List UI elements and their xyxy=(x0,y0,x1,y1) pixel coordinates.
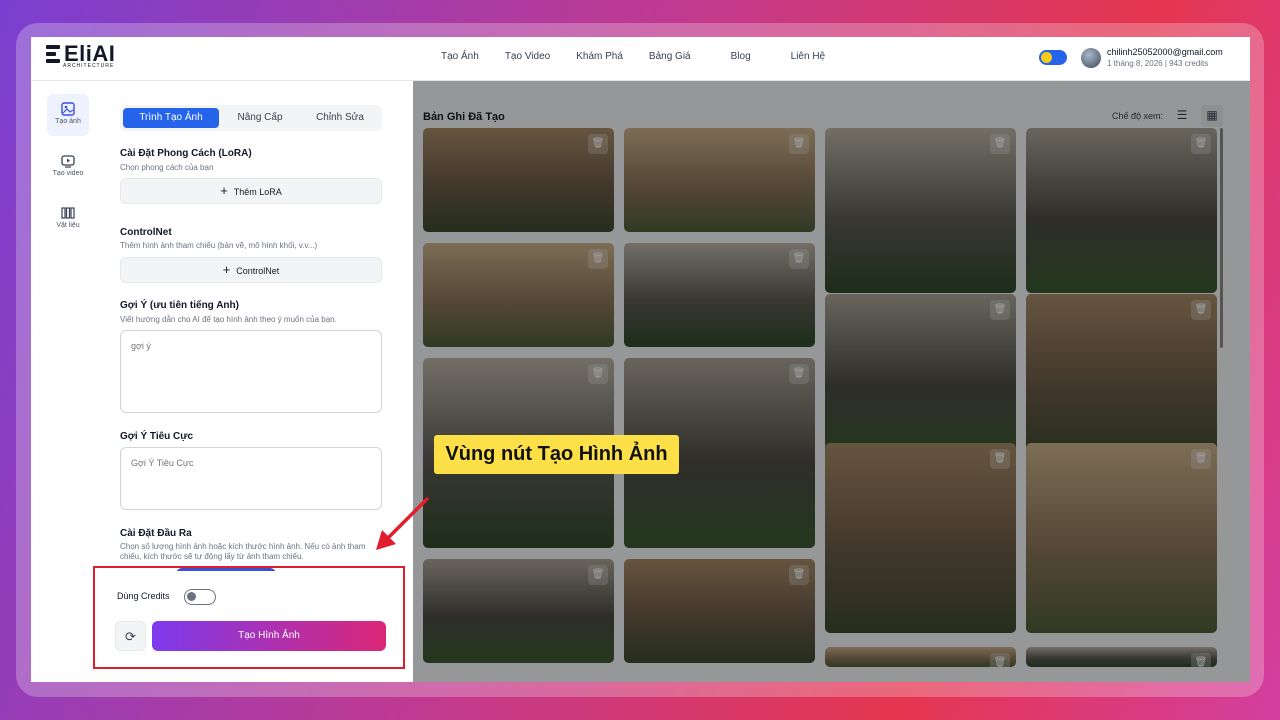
highlight-box xyxy=(93,566,405,669)
gallery-thumbnail[interactable]: 🗑 xyxy=(825,294,1016,459)
trash-icon[interactable]: 🗑 xyxy=(990,449,1010,469)
prompt-help: Viết hướng dẫn cho AI để tạo hình ảnh th… xyxy=(120,315,337,324)
nav-item-blog[interactable]: Blog xyxy=(731,51,751,62)
nav-item-contact[interactable]: Liên Hệ xyxy=(791,51,825,62)
tab-edit[interactable]: Chỉnh Sửa xyxy=(302,108,378,128)
controlnet-help: Thêm hình ảnh tham chiếu (bản vẽ, mô hìn… xyxy=(120,241,318,250)
view-mode-label: Chế độ xem: xyxy=(1112,111,1164,121)
sidebar-item-create-video[interactable]: Tạo video xyxy=(47,146,89,188)
trash-icon[interactable]: 🗑 xyxy=(588,565,608,585)
trash-icon[interactable]: 🗑 xyxy=(588,249,608,269)
gallery-thumbnail[interactable]: 🗑 xyxy=(1026,294,1217,459)
plus-icon: + xyxy=(222,262,231,277)
avatar[interactable] xyxy=(1081,48,1101,68)
lora-help: Chọn phong cách của bạn xyxy=(120,163,214,172)
trash-icon[interactable]: 🗑 xyxy=(789,565,809,585)
trash-icon[interactable]: 🗑 xyxy=(588,364,608,384)
gallery-thumbnail[interactable]: 🗑 xyxy=(423,559,614,663)
gallery-thumbnail[interactable]: 🗑 xyxy=(624,559,815,663)
tool-sidebar: Tạo ảnh Tạo video Vật liệu xyxy=(41,89,93,672)
gallery-thumbnail[interactable]: 🗑 xyxy=(1026,647,1217,667)
mode-tabs: Trình Tạo Ảnh Nâng Cấp Chỉnh Sửa xyxy=(120,105,382,131)
sun-icon xyxy=(1041,52,1052,63)
logo-mark-icon xyxy=(46,45,60,63)
gallery-title: Bản Ghi Đã Tạo xyxy=(423,111,505,123)
prompt-input[interactable] xyxy=(120,330,382,413)
logo-subtitle: ARCHITECTURE xyxy=(63,63,115,69)
negative-prompt-input[interactable] xyxy=(120,447,382,510)
prompt-label: Gợi Ý (ưu tiên tiếng Anh) xyxy=(120,300,239,311)
nav-item-explore[interactable]: Khám Phá xyxy=(576,51,623,62)
tab-image-generator[interactable]: Trình Tạo Ảnh xyxy=(123,108,219,128)
trash-icon[interactable]: 🗑 xyxy=(1191,134,1211,154)
top-navbar: EliAI ARCHITECTURE Tạo Ảnh Tạo Video Khá… xyxy=(31,37,1250,81)
output-settings-help: Chọn số lượng hình ảnh hoặc kích thước h… xyxy=(120,542,366,561)
controlnet-button[interactable]: + ControlNet xyxy=(120,257,382,283)
main-nav: Tạo Ảnh Tạo Video Khám Phá Bảng Giá Blog… xyxy=(441,51,851,62)
user-email: chilinh25052000@gmail.com xyxy=(1107,47,1223,57)
annotation-arrow xyxy=(376,496,430,550)
lora-label: Cài Đặt Phong Cách (LoRA) xyxy=(120,148,252,159)
trash-icon[interactable]: 🗑 xyxy=(588,134,608,154)
logo[interactable]: EliAI xyxy=(46,41,116,66)
sidebar-item-label: Vật liệu xyxy=(56,222,80,229)
plus-icon: + xyxy=(220,183,228,198)
nav-item-create-video[interactable]: Tạo Video xyxy=(505,51,550,62)
trash-icon[interactable]: 🗑 xyxy=(789,134,809,154)
controlnet-label: ControlNet xyxy=(120,227,172,238)
logo-text: EliAI xyxy=(64,41,116,66)
trash-icon[interactable]: 🗑 xyxy=(1191,449,1211,469)
tab-upscale[interactable]: Nâng Cấp xyxy=(222,108,298,128)
negative-prompt-label: Gợi Ý Tiêu Cực xyxy=(120,431,194,442)
trash-icon[interactable]: 🗑 xyxy=(789,249,809,269)
sidebar-item-create-image[interactable]: Tạo ảnh xyxy=(47,94,89,136)
nav-item-create-image[interactable]: Tạo Ảnh xyxy=(441,51,479,62)
trash-icon[interactable]: 🗑 xyxy=(789,364,809,384)
nav-item-pricing[interactable]: Bảng Giá xyxy=(649,51,691,62)
trash-icon[interactable]: 🗑 xyxy=(990,653,1010,667)
trash-icon[interactable]: 🗑 xyxy=(1191,300,1211,320)
sidebar-item-label: Tạo video xyxy=(52,170,84,177)
sidebar-item-label: Tạo ảnh xyxy=(55,118,81,125)
trash-icon[interactable]: 🗑 xyxy=(990,134,1010,154)
user-credits-info: 1 tháng 8, 2026 | 943 credits xyxy=(1107,59,1209,68)
gallery-thumbnail[interactable]: 🗑 xyxy=(825,443,1016,633)
image-icon xyxy=(61,102,75,116)
output-settings-label: Cài Đặt Đầu Ra xyxy=(120,528,192,539)
video-icon xyxy=(61,155,75,168)
gallery-thumbnail[interactable]: 🗑 xyxy=(423,128,614,232)
theme-toggle[interactable] xyxy=(1039,50,1067,65)
gallery-thumbnail[interactable]: 🗑 xyxy=(624,128,815,232)
trash-icon[interactable]: 🗑 xyxy=(990,300,1010,320)
material-icon xyxy=(61,207,75,219)
add-lora-button[interactable]: + Thêm LoRA xyxy=(120,178,382,204)
list-view-button[interactable]: ☰ xyxy=(1171,105,1193,127)
gallery-thumbnail[interactable]: 🗑 xyxy=(1026,443,1217,633)
gallery-thumbnail[interactable]: 🗑 xyxy=(1026,128,1217,293)
gallery-thumbnail[interactable]: 🗑 xyxy=(423,243,614,347)
trash-icon[interactable]: 🗑 xyxy=(1191,653,1211,667)
gallery-scrollbar[interactable] xyxy=(1220,128,1223,348)
annotation-callout: Vùng nút Tạo Hình Ảnh xyxy=(434,435,679,474)
gallery-thumbnail[interactable]: 🗑 xyxy=(624,243,815,347)
gallery-thumbnail[interactable]: 🗑 xyxy=(825,647,1016,667)
gallery-thumbnail[interactable]: 🗑 xyxy=(825,128,1016,293)
grid-view-button[interactable]: ▦ xyxy=(1201,105,1223,127)
sidebar-item-materials[interactable]: Vật liệu xyxy=(47,198,89,240)
